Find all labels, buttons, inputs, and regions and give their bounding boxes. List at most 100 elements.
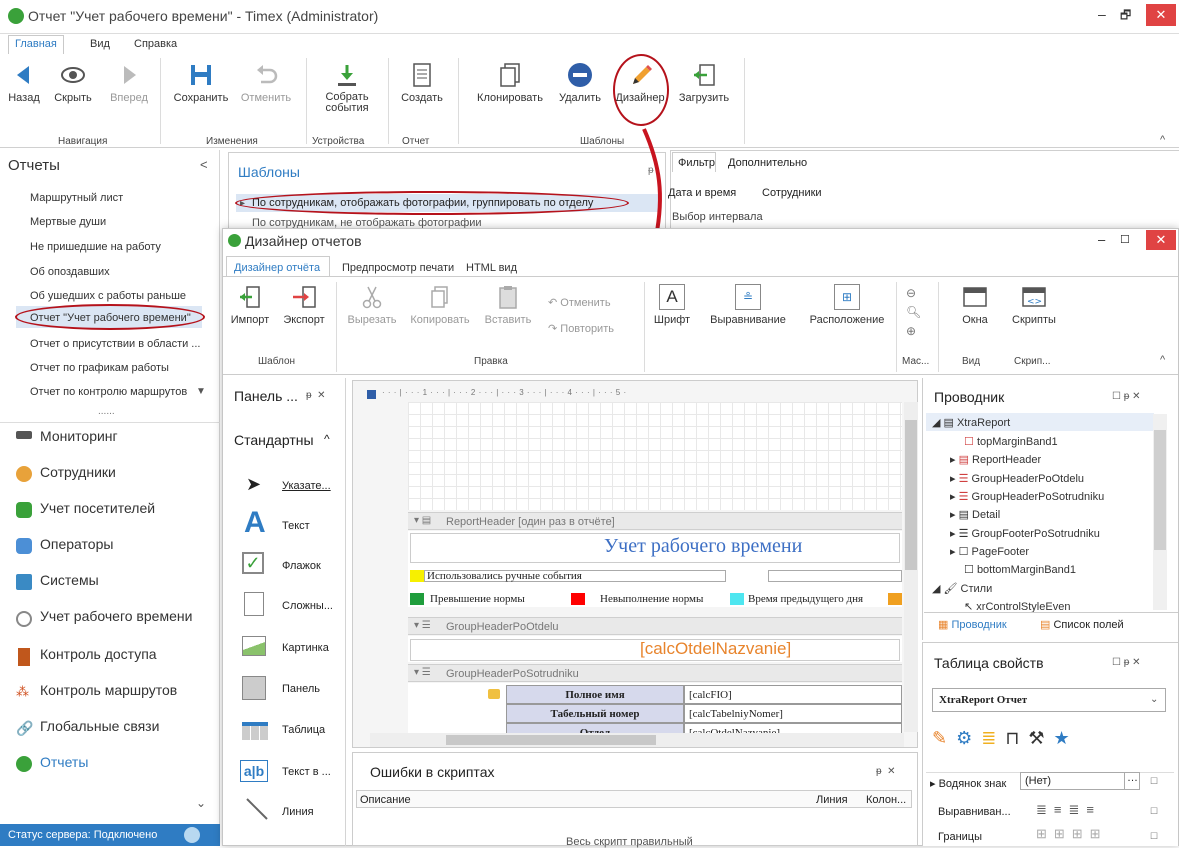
tab-filter[interactable]: Фильтр — [678, 157, 715, 169]
tree-item-top-margin[interactable]: ☐ topMarginBand1 — [964, 435, 1058, 448]
load-button[interactable]: Загрузить — [676, 62, 732, 104]
prop-borders-buttons[interactable]: ⊞⊞⊞⊞ — [1036, 826, 1108, 842]
ellipsis-button[interactable]: … — [1124, 772, 1140, 790]
tree-item-group-otdel[interactable]: ▸ ☰ GroupHeaderPoOtdelu — [950, 472, 1084, 485]
chevron-down-icon[interactable]: ▼ — [196, 386, 206, 397]
field-value[interactable]: [calcOtdelNazvanie] — [684, 723, 902, 733]
tool-text-shape[interactable]: Текст в ... — [282, 766, 331, 778]
tab-print-preview[interactable]: Предпросмотр печати — [342, 262, 454, 274]
tab-view[interactable]: Вид — [90, 38, 110, 50]
band-expand-icon[interactable]: ▾ ☰ — [414, 620, 431, 631]
report-title[interactable]: Учет рабочего времени — [604, 535, 802, 558]
object-selector[interactable]: XtraReport Отчет — [932, 688, 1166, 712]
report-item[interactable]: Об ушедших с работы раньше — [30, 290, 186, 302]
tab-help[interactable]: Справка — [134, 38, 177, 50]
errors-col-line[interactable]: Линия — [816, 794, 848, 806]
chevron-down-icon[interactable]: ⌄ — [1150, 694, 1158, 705]
module-operators[interactable]: Операторы — [40, 536, 113, 552]
zoom-icons[interactable]: ⊖ 🔍︎ ⊕ — [906, 284, 921, 341]
vertical-scroll-thumb[interactable] — [905, 420, 917, 570]
tree-item-group-sotr[interactable]: ▸ ☰ GroupHeaderPoSotrudniku — [950, 490, 1104, 503]
property-tabs[interactable]: ✎⚙≣⊓⚒★ — [932, 728, 1079, 749]
module-global-links[interactable]: Глобальные связи — [40, 718, 159, 734]
field-label[interactable]: Табельный номер — [506, 704, 684, 723]
tab-home[interactable]: Главная — [15, 38, 57, 50]
prop-reset-icon[interactable]: ☐ — [1150, 831, 1158, 842]
clone-button[interactable]: Клонировать — [472, 62, 548, 104]
otdel-field[interactable]: [calcOtdelNazvanie] — [640, 639, 791, 659]
undo-button[interactable]: ↶ Отменить — [548, 296, 611, 309]
explorer-scroll-thumb[interactable] — [1154, 430, 1166, 550]
prop-watermark-value[interactable]: (Нет) — [1020, 772, 1140, 790]
collapse-nav-icon[interactable]: < — [200, 157, 208, 172]
layout-button[interactable]: ⊞ Расположение — [804, 284, 890, 326]
module-routes[interactable]: Контроль маршрутов — [40, 682, 177, 698]
designer-maximize[interactable]: ☐ — [1120, 233, 1130, 246]
collect-events-button[interactable]: Собрать события — [312, 62, 382, 114]
scripts-button[interactable]: <> Скрипты — [1006, 284, 1062, 326]
subtab-employees[interactable]: Сотрудники — [762, 187, 822, 199]
maximize-button[interactable]: 🗗 — [1120, 6, 1131, 27]
cut-button[interactable]: Вырезать — [344, 284, 400, 326]
paste-button[interactable]: Вставить — [478, 284, 538, 326]
save-button[interactable]: Сохранить — [168, 62, 234, 104]
module-visitors[interactable]: Учет посетителей — [40, 500, 155, 516]
errors-col-column[interactable]: Колон... — [866, 794, 906, 806]
export-button[interactable]: Экспорт — [280, 284, 328, 326]
prop-reset-icon[interactable]: ☐ — [1150, 806, 1158, 817]
tree-item-bottom-margin[interactable]: ☐ bottomMarginBand1 — [964, 563, 1076, 576]
tool-table[interactable]: Таблица — [282, 724, 325, 736]
delete-button[interactable]: Удалить — [552, 62, 608, 104]
field-value[interactable]: [calcTabelniyNomer] — [684, 704, 902, 723]
redo-button[interactable]: ↷ Повторить — [548, 322, 614, 335]
band-expand-icon[interactable]: ▾ ▤ — [414, 515, 431, 526]
tree-item-styles[interactable]: ◢ 🖌︎ Стили — [932, 582, 992, 595]
tool-picture[interactable]: Картинка — [282, 642, 329, 654]
report-item[interactable]: Об опоздавших — [30, 266, 110, 278]
tab-field-list[interactable]: ▤ Список полей — [1040, 618, 1124, 631]
prop-reset-icon[interactable]: ☐ — [1150, 776, 1158, 787]
module-systems[interactable]: Системы — [40, 572, 99, 588]
tab-additional[interactable]: Дополнительно — [728, 157, 807, 169]
toolbox-controls[interactable]: ᵽ ✕ — [306, 390, 326, 401]
tool-panel[interactable]: Панель — [282, 683, 320, 695]
report-item[interactable]: Не пришедшие на работу — [30, 241, 161, 253]
windows-button[interactable]: Окна — [950, 284, 1000, 326]
module-reports[interactable]: Отчеты — [40, 754, 88, 770]
undo-button[interactable]: Отменить — [236, 62, 296, 104]
module-access[interactable]: Контроль доступа — [40, 646, 157, 662]
close-button[interactable]: ✕ — [1146, 4, 1176, 26]
collapse-ribbon-icon[interactable]: ^ — [1160, 134, 1165, 146]
field-label[interactable]: Отдел — [506, 723, 684, 733]
designer-minimize[interactable]: – — [1098, 232, 1105, 247]
module-worktime[interactable]: Учет рабочего времени — [40, 608, 192, 624]
create-button[interactable]: Создать — [394, 62, 450, 104]
collapse-ribbon-icon[interactable]: ^ — [1160, 354, 1165, 366]
tool-checkbox[interactable]: Флажок — [282, 560, 321, 572]
tree-item-detail[interactable]: ▸ ▤ Detail — [950, 508, 1000, 521]
tree-item-style-even[interactable]: ↖ xrControlStyleEven — [964, 600, 1070, 612]
errors-controls[interactable]: ᵽ ✕ — [876, 766, 896, 777]
designer-close-button[interactable]: ✕ — [1146, 230, 1176, 250]
report-item[interactable]: Мертвые души — [30, 216, 106, 228]
forward-button[interactable]: Вперед — [104, 62, 154, 104]
module-monitoring[interactable]: Мониторинг — [40, 428, 118, 444]
minimize-button[interactable]: – — [1098, 6, 1106, 22]
field-label[interactable]: Полное имя — [506, 685, 684, 704]
field-value[interactable]: [calcFIO] — [684, 685, 902, 704]
properties-controls[interactable]: ☐ ᵽ ✕ — [1112, 657, 1140, 668]
tree-item-xtrareport[interactable]: ◢ ▤ XtraReport — [932, 416, 1010, 429]
back-button[interactable]: Назад — [4, 62, 44, 104]
chevron-down-icon[interactable]: ⌄ — [196, 796, 206, 810]
report-item[interactable]: Отчет по графикам работы — [30, 362, 169, 374]
tool-line[interactable]: Линия — [282, 806, 314, 818]
chevron-up-icon[interactable]: ^ — [324, 432, 330, 446]
explorer-controls[interactable]: ☐ ᵽ ✕ — [1112, 391, 1140, 402]
report-item[interactable]: Отчет по контролю маршрутов — [30, 386, 187, 398]
tab-explorer[interactable]: ▦ Проводник — [938, 618, 1007, 631]
tree-item-page-footer[interactable]: ▸ ☐ PageFooter — [950, 545, 1029, 558]
manual-events-label[interactable]: Использовались ручные события — [424, 570, 726, 582]
tree-item-group-footer[interactable]: ▸ ☰ GroupFooterPoSotrudniku — [950, 527, 1100, 540]
tool-rich-text[interactable]: Сложны... — [282, 600, 333, 612]
toolbox-section[interactable]: Стандартны — [234, 432, 314, 448]
